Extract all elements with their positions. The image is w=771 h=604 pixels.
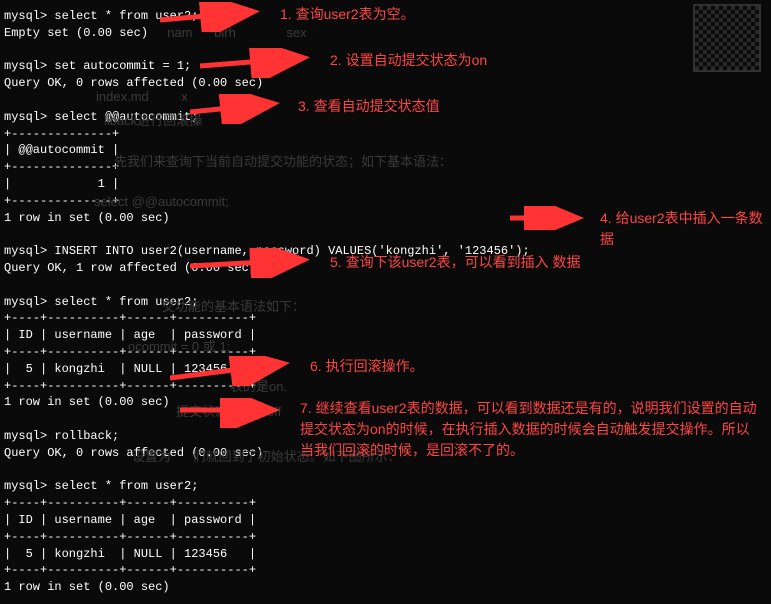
prompt: mysql> select * from user2;	[4, 9, 198, 23]
annotation-7: 7. 继续查看user2表的数据，可以看到数据还是有的，说明我们设置的自动提交状…	[300, 398, 760, 461]
sql-output: +----+----------+------+----------+ | ID…	[4, 311, 256, 409]
ghost-text: index.md x	[96, 88, 188, 106]
sql-command: rollback;	[54, 429, 119, 443]
sql-command: select * from user2;	[54, 479, 198, 493]
ghost-text: 提交状态设置为off	[176, 403, 281, 421]
ghost-text: 先我们来查询下当前自动提交功能的状态；如下基本语法：	[114, 153, 452, 171]
sql-command: select * from user2;	[54, 9, 198, 23]
ghost-text: 交功能的基本语法如下：	[162, 298, 305, 316]
ghost-text: ocommit = 0 或 1;	[128, 338, 230, 356]
ghost-text: llback进行回滚操	[104, 112, 202, 130]
annotation-2: 2. 设置自动提交状态为on	[330, 50, 487, 71]
qr-code-watermark	[693, 4, 761, 72]
annotation-1: 1. 查询user2表为空。	[280, 4, 415, 25]
annotation-5: 5. 查询下该user2表，可以看到插入 数据	[330, 252, 580, 273]
annotation-6: 6. 执行回滚操作。	[310, 356, 424, 377]
ghost-text: 表的是on.	[230, 378, 287, 396]
annotation-3: 3. 查看自动提交状态值	[298, 96, 440, 117]
sql-output: +----+----------+------+----------+ | ID…	[4, 496, 256, 594]
prompt: mysql> select * from user2;	[4, 479, 198, 493]
ghost-text: select @@autocommit;	[94, 193, 229, 211]
prompt: mysql> rollback;	[4, 429, 119, 443]
sql-output: Query OK, 1 row affected (0.00 sec)	[4, 261, 256, 275]
sql-command: set autocommit = 1;	[54, 59, 191, 73]
annotation-4: 4. 给user2表中插入一条数据	[600, 208, 771, 250]
prompt: mysql> set autocommit = 1;	[4, 59, 191, 73]
ghost-text: nam birh sex	[160, 24, 307, 42]
sql-output: Empty set (0.00 sec)	[4, 26, 148, 40]
